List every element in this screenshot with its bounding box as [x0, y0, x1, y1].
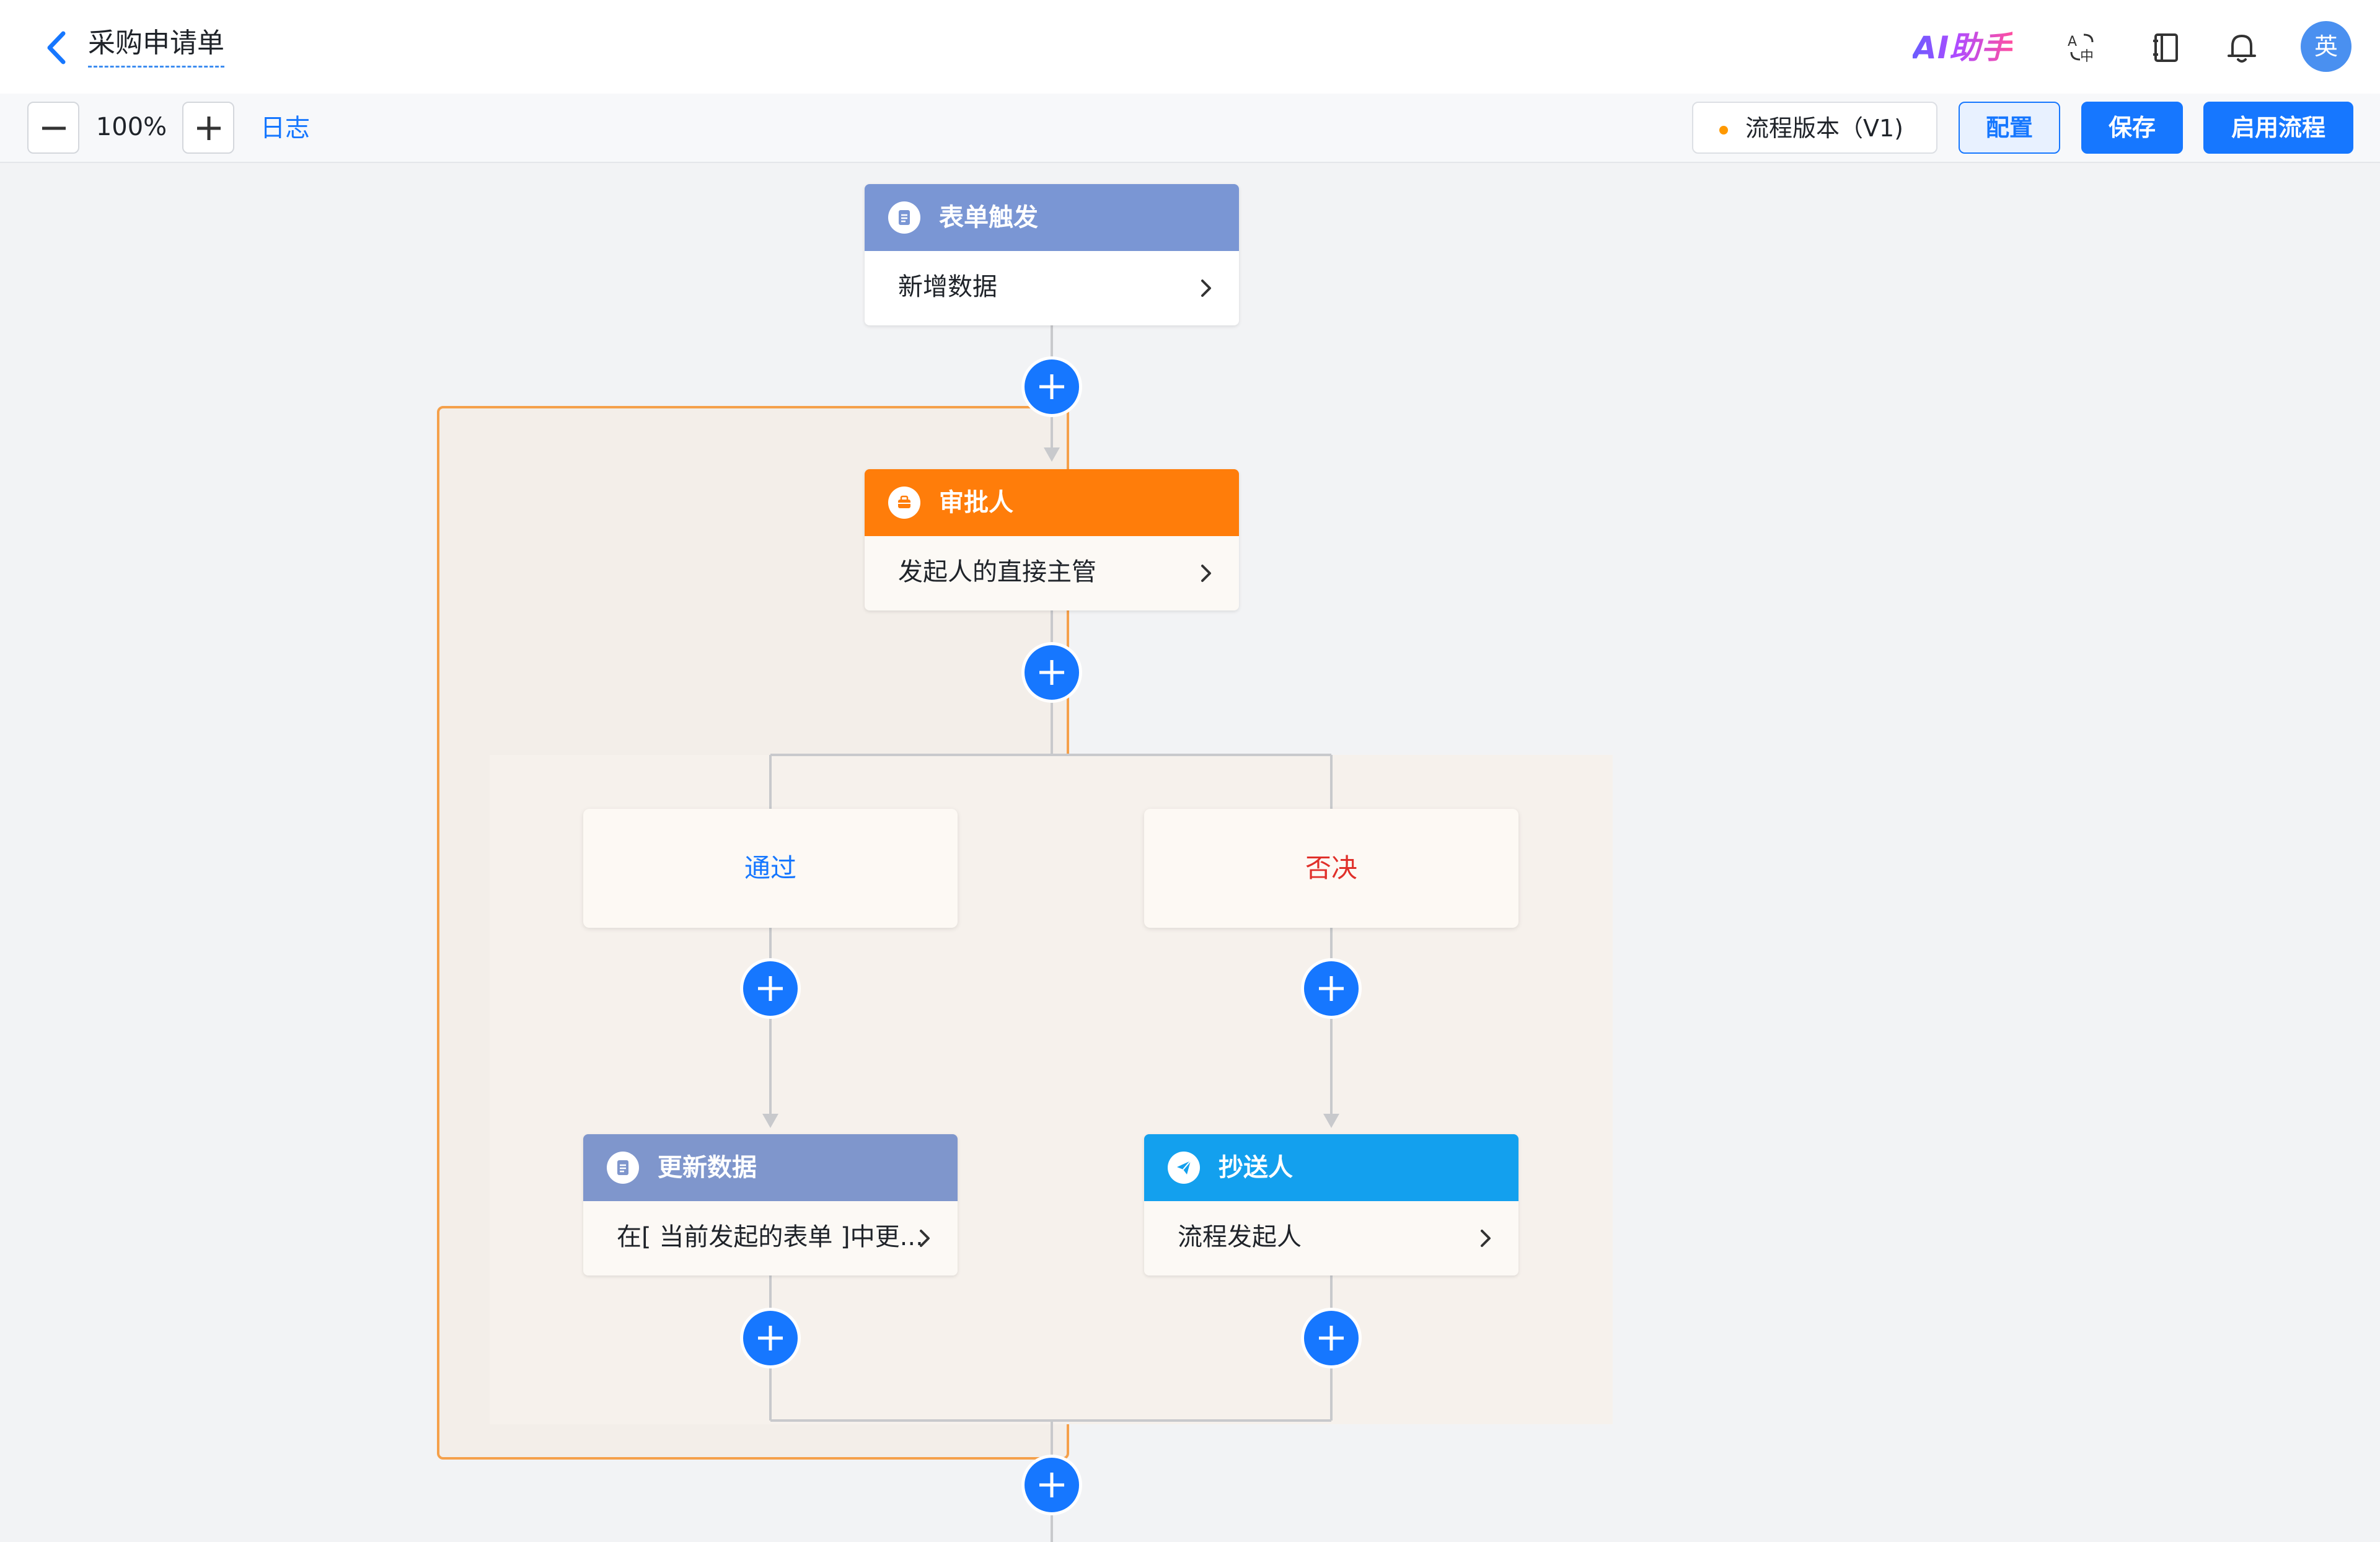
add-node-button[interactable]: [743, 961, 798, 1016]
plus-icon: [1039, 374, 1064, 399]
approver-node-subtitle: 发起人的直接主管: [898, 558, 1096, 586]
update-data-node-title: 更新数据: [658, 1153, 757, 1182]
trigger-node-title: 表单触发: [939, 203, 1038, 232]
cc-node[interactable]: 抄送人 流程发起人: [1144, 1134, 1518, 1275]
plus-icon: [758, 1326, 783, 1350]
approver-node-body: 发起人的直接主管: [865, 536, 1239, 610]
add-node-button[interactable]: [743, 1311, 798, 1365]
branch-pass-node[interactable]: 通过: [583, 809, 958, 928]
cc-node-body: 流程发起人: [1144, 1201, 1518, 1275]
trigger-node-header: 表单触发: [865, 184, 1239, 251]
trigger-node-subtitle: 新增数据: [898, 273, 997, 301]
plus-icon: [1319, 1326, 1344, 1350]
update-data-node-header: 更新数据: [583, 1134, 958, 1201]
add-node-button[interactable]: [1025, 359, 1079, 414]
chevron-right-icon: [1481, 1230, 1491, 1247]
chevron-right-icon: [920, 1230, 930, 1247]
chevron-right-icon: [1201, 280, 1211, 297]
chevron-right-icon: [1201, 565, 1211, 582]
update-doc-icon: [607, 1152, 639, 1184]
cc-node-header: 抄送人: [1144, 1134, 1518, 1201]
update-data-node[interactable]: 更新数据 在[ 当前发起的表单 ]中更...: [583, 1134, 958, 1275]
add-node-button[interactable]: [1304, 961, 1359, 1016]
update-data-node-subtitle: 在[ 当前发起的表单 ]中更...: [617, 1223, 923, 1251]
trigger-node[interactable]: 表单触发 新增数据: [865, 184, 1239, 325]
trigger-node-body: 新增数据: [865, 251, 1239, 325]
plus-icon: [1039, 660, 1064, 685]
update-data-node-body: 在[ 当前发起的表单 ]中更...: [583, 1201, 958, 1275]
plus-icon: [1039, 1473, 1064, 1497]
plus-icon: [1319, 976, 1344, 1001]
cc-node-title: 抄送人: [1219, 1153, 1293, 1182]
approver-node[interactable]: 审批人 发起人的直接主管: [865, 469, 1239, 610]
add-node-button[interactable]: [1025, 645, 1079, 700]
add-node-button[interactable]: [1025, 1458, 1079, 1512]
plus-icon: [758, 976, 783, 1001]
add-node-button[interactable]: [1304, 1311, 1359, 1365]
approver-node-header: 审批人: [865, 469, 1239, 536]
cc-node-subtitle: 流程发起人: [1178, 1223, 1302, 1251]
form-doc-icon: [888, 201, 920, 234]
branch-reject-node[interactable]: 否决: [1144, 809, 1518, 928]
approver-stamp-icon: [888, 487, 920, 519]
send-plane-icon: [1168, 1152, 1200, 1184]
approver-node-title: 审批人: [939, 488, 1013, 517]
